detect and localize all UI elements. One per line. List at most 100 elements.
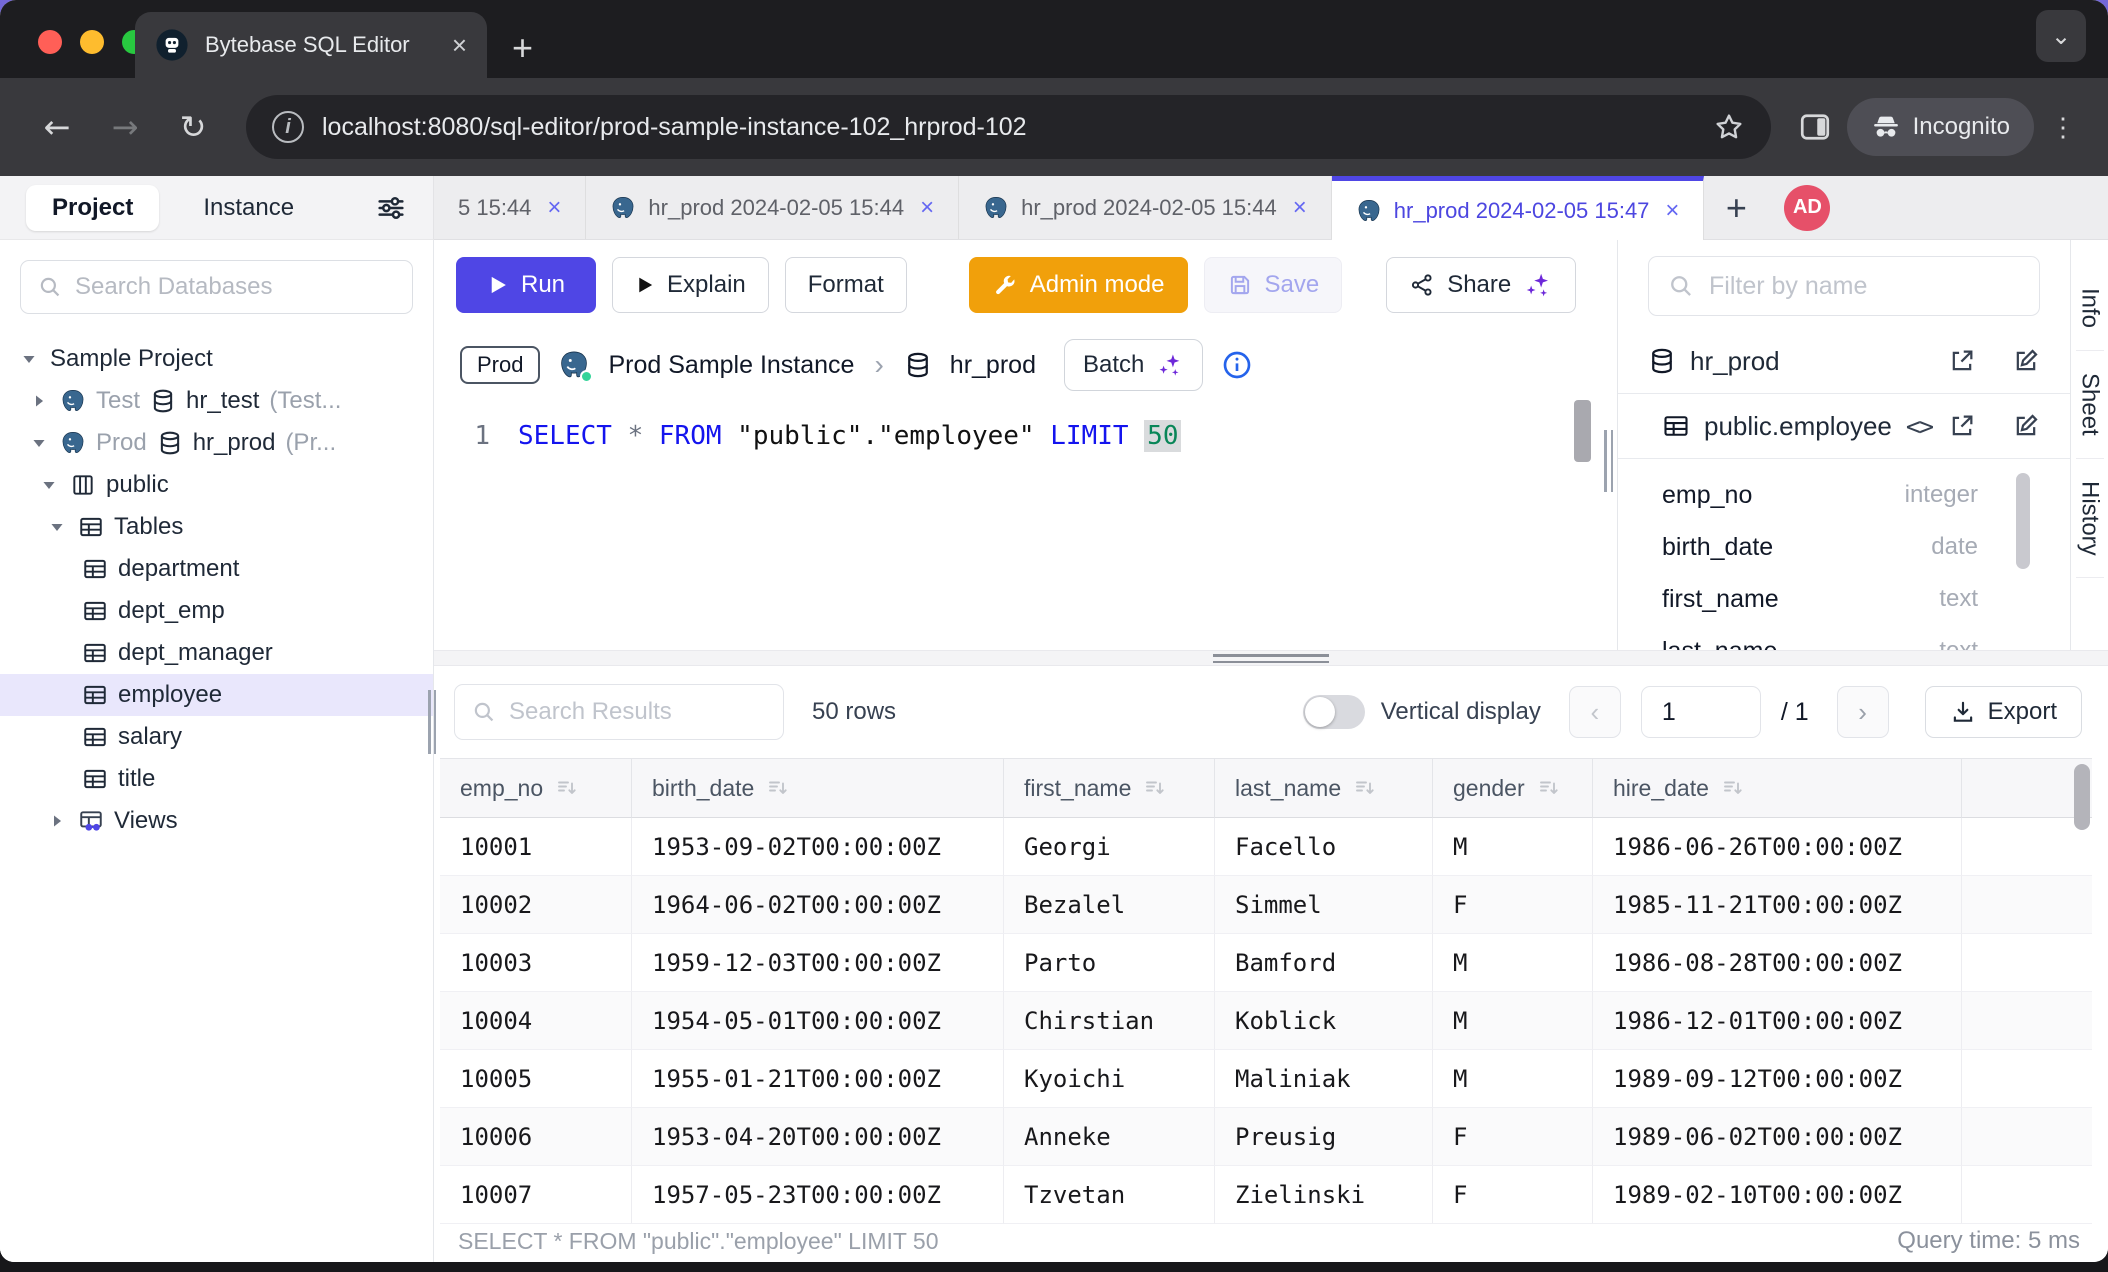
window-controls[interactable] <box>38 30 146 54</box>
table-cell[interactable]: 1989-09-12T00:00:00Z <box>1593 1050 1962 1108</box>
caret-down-icon[interactable] <box>30 434 52 452</box>
site-info-icon[interactable]: i <box>272 111 304 143</box>
panel-divider[interactable] <box>434 650 2108 666</box>
search-results-input[interactable]: Search Results <box>454 684 784 740</box>
editor-tab[interactable]: hr_prod 2024-02-05 15:47× <box>1332 176 1705 240</box>
tree-item-dept-emp[interactable]: dept_emp <box>0 590 433 632</box>
schema-table-row[interactable]: public.employee <> <box>1618 394 2070 459</box>
sort-icon[interactable] <box>766 776 790 800</box>
tree-item-tables[interactable]: Tables <box>0 506 433 548</box>
browser-menu-icon[interactable]: ⋮ <box>2048 122 2078 133</box>
table-cell[interactable]: 10003 <box>440 934 632 992</box>
table-cell[interactable]: Bamford <box>1215 934 1433 992</box>
column-header-birth_date[interactable]: birth_date <box>632 758 1004 818</box>
table-cell[interactable]: 10005 <box>440 1050 632 1108</box>
sql-editor[interactable]: 1 SELECT * FROM "public"."employee" LIMI… <box>434 400 1617 650</box>
tree-settings-icon[interactable] <box>375 192 407 224</box>
column-list-scrollbar-thumb[interactable] <box>2016 473 2030 569</box>
table-cell[interactable]: Tzvetan <box>1004 1166 1215 1224</box>
table-cell[interactable]: 1964-06-02T00:00:00Z <box>632 876 1004 934</box>
column-row[interactable]: first_nametext <box>1662 573 1978 625</box>
tree-item-views[interactable]: Views <box>0 800 433 842</box>
table-cell[interactable]: 1955-01-21T00:00:00Z <box>632 1050 1004 1108</box>
tab-history[interactable]: History <box>2076 459 2104 579</box>
view-ddl-icon[interactable]: <> <box>1906 412 1932 441</box>
table-cell[interactable]: 1989-06-02T00:00:00Z <box>1593 1108 1962 1166</box>
table-cell[interactable]: M <box>1433 1050 1593 1108</box>
tree-item-title[interactable]: title <box>0 758 433 800</box>
table-cell[interactable]: Anneke <box>1004 1108 1215 1166</box>
table-cell[interactable]: 10001 <box>440 818 632 876</box>
column-header-emp_no[interactable]: emp_no <box>440 758 632 818</box>
grid-scrollbar-thumb[interactable] <box>2074 764 2090 830</box>
bookmark-star-icon[interactable] <box>1713 111 1745 143</box>
edit-database-icon[interactable] <box>2012 347 2040 375</box>
tree-item-employee[interactable]: employee <box>0 674 433 716</box>
ai-sparkles-icon[interactable] <box>1523 270 1553 300</box>
column-row[interactable]: birth_datedate <box>1662 521 1978 573</box>
table-cell[interactable]: Facello <box>1215 818 1433 876</box>
save-button[interactable]: Save <box>1204 257 1343 313</box>
table-cell[interactable]: 1986-06-26T00:00:00Z <box>1593 818 1962 876</box>
editor-tab[interactable]: hr_prod 2024-02-05 15:44× <box>586 176 959 239</box>
table-cell[interactable]: Chirstian <box>1004 992 1215 1050</box>
table-cell[interactable]: F <box>1433 876 1593 934</box>
table-cell[interactable]: Maliniak <box>1215 1050 1433 1108</box>
edit-table-icon[interactable] <box>2012 412 2040 440</box>
caret-down-icon[interactable] <box>20 350 42 368</box>
tab-sheet[interactable]: Sheet <box>2076 351 2104 459</box>
table-cell[interactable]: 1985-11-21T00:00:00Z <box>1593 876 1962 934</box>
table-cell[interactable]: Kyoichi <box>1004 1050 1215 1108</box>
instance-name[interactable]: Prod Sample Instance <box>608 351 854 380</box>
table-cell[interactable]: 1959-12-03T00:00:00Z <box>632 934 1004 992</box>
forward-icon[interactable]: → <box>98 100 152 154</box>
schema-database-row[interactable]: hr_prod <box>1618 329 2070 394</box>
table-cell[interactable]: Simmel <box>1215 876 1433 934</box>
tab-project[interactable]: Project <box>26 185 159 231</box>
user-avatar[interactable]: AD <box>1784 185 1830 231</box>
schema-panel-resize-handle[interactable] <box>1604 430 1613 492</box>
table-cell[interactable]: Bezalel <box>1004 876 1215 934</box>
table-cell[interactable]: F <box>1433 1108 1593 1166</box>
sidebar-resize-handle[interactable] <box>428 690 436 754</box>
minimize-window-button[interactable] <box>80 30 104 54</box>
column-header-last_name[interactable]: last_name <box>1215 758 1433 818</box>
tree-item-prod[interactable]: Prodhr_prod(Pr... <box>0 422 433 464</box>
close-window-button[interactable] <box>38 30 62 54</box>
table-cell[interactable]: 1989-02-10T00:00:00Z <box>1593 1166 1962 1224</box>
page-number-input[interactable]: 1 <box>1641 686 1761 738</box>
batch-mode-button[interactable]: Batch <box>1064 339 1203 391</box>
table-cell[interactable]: M <box>1433 992 1593 1050</box>
table-cell[interactable]: 1986-12-01T00:00:00Z <box>1593 992 1962 1050</box>
sort-icon[interactable] <box>1537 776 1561 800</box>
new-sheet-button[interactable]: + <box>1704 176 1768 239</box>
tab-instance[interactable]: Instance <box>203 194 294 222</box>
prev-page-button[interactable]: ‹ <box>1569 686 1621 738</box>
run-button[interactable]: Run <box>456 257 596 313</box>
caret-right-icon[interactable] <box>48 812 70 830</box>
tab-info[interactable]: Info <box>2076 266 2104 351</box>
filter-by-name-input[interactable]: Filter by name <box>1648 256 2040 316</box>
tree-item-sample-project[interactable]: Sample Project <box>0 338 433 380</box>
table-cell[interactable]: 1957-05-23T00:00:00Z <box>632 1166 1004 1224</box>
editor-scrollbar-thumb[interactable] <box>1574 400 1591 462</box>
table-cell[interactable]: 10006 <box>440 1108 632 1166</box>
tree-item-public[interactable]: public <box>0 464 433 506</box>
caret-down-icon[interactable] <box>48 518 70 536</box>
table-cell[interactable]: 1954-05-01T00:00:00Z <box>632 992 1004 1050</box>
table-cell[interactable]: Parto <box>1004 934 1215 992</box>
table-cell[interactable]: Preusig <box>1215 1108 1433 1166</box>
browser-tab[interactable]: Bytebase SQL Editor × <box>135 12 487 78</box>
table-cell[interactable]: Georgi <box>1004 818 1215 876</box>
close-tab-icon[interactable]: × <box>1665 197 1679 225</box>
column-row[interactable]: emp_nointeger <box>1662 469 1978 521</box>
search-databases-input[interactable]: Search Databases <box>20 260 413 314</box>
open-database-external-icon[interactable] <box>1948 347 1976 375</box>
explain-button[interactable]: Explain <box>612 257 769 313</box>
table-cell[interactable]: 10004 <box>440 992 632 1050</box>
table-cell[interactable]: 1953-09-02T00:00:00Z <box>632 818 1004 876</box>
next-page-button[interactable]: › <box>1837 686 1889 738</box>
database-name[interactable]: hr_prod <box>950 351 1036 380</box>
share-button[interactable]: Share <box>1386 257 1576 313</box>
table-cell[interactable]: M <box>1433 818 1593 876</box>
